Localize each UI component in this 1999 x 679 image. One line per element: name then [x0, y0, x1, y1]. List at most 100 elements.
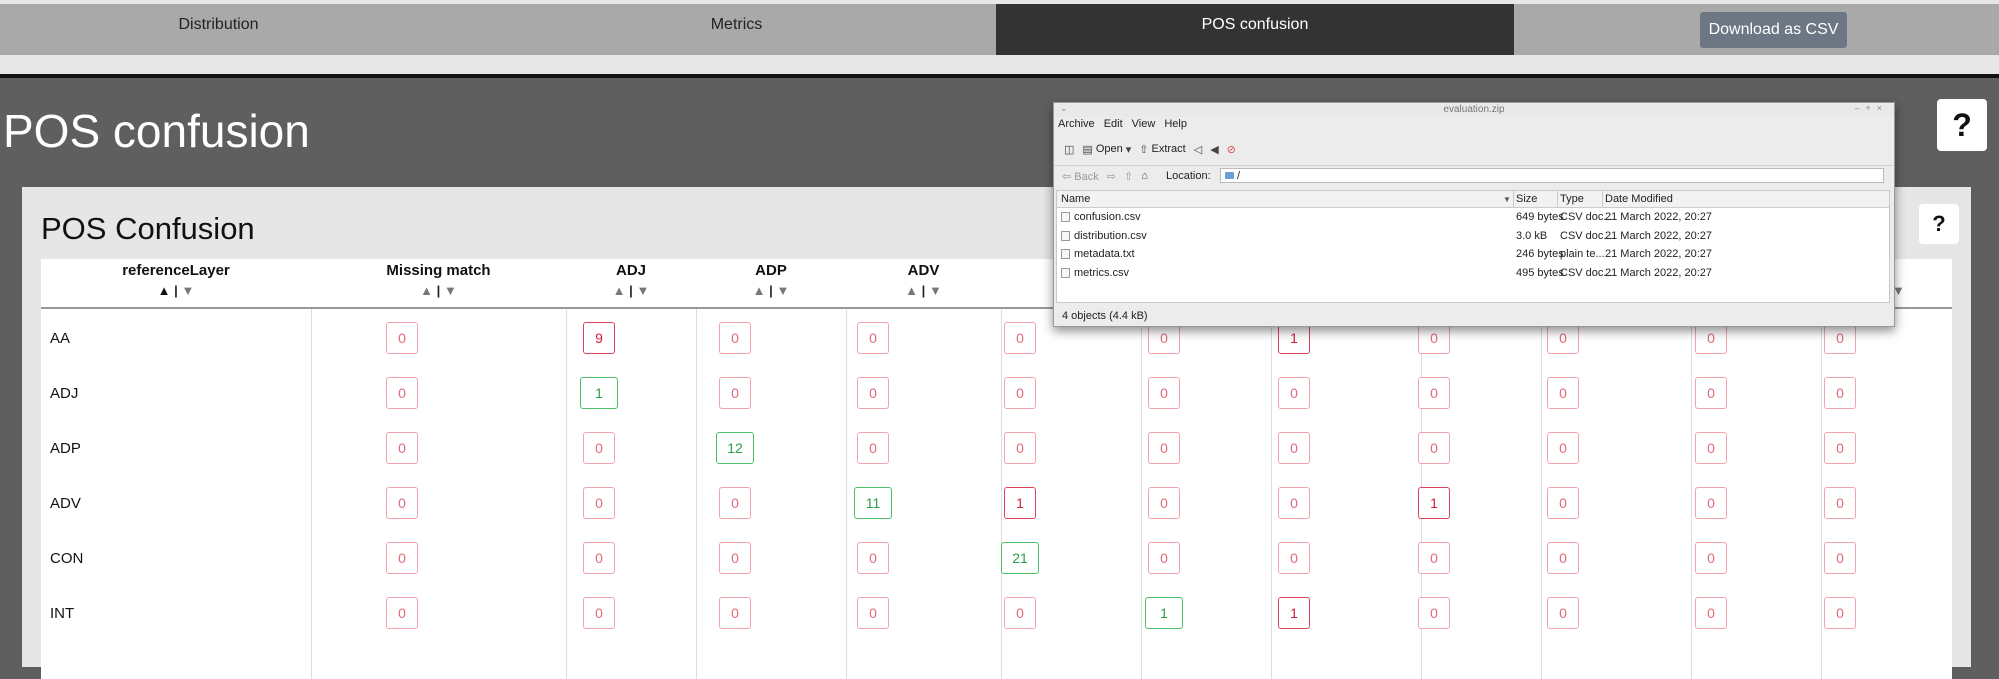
confusion-cell[interactable]: 0	[1004, 322, 1036, 354]
minimize-icon[interactable]: –	[1854, 103, 1865, 113]
confusion-cell[interactable]: 0	[857, 542, 889, 574]
chevron-down-icon[interactable]: ▾	[1126, 143, 1132, 156]
confusion-cell[interactable]: 0	[857, 432, 889, 464]
confusion-cell[interactable]: 1	[1418, 487, 1450, 519]
window-titlebar[interactable]: ⌄ evaluation.zip –+×	[1054, 103, 1894, 117]
download-csv-button[interactable]: Download as CSV	[1700, 12, 1847, 48]
confusion-cell[interactable]: 0	[1278, 377, 1310, 409]
confusion-cell[interactable]: 0	[1547, 432, 1579, 464]
tab-metrics[interactable]: Metrics	[516, 4, 957, 55]
confusion-cell[interactable]: 0	[1278, 432, 1310, 464]
confusion-cell[interactable]: 0	[583, 432, 615, 464]
confusion-cell[interactable]: 0	[1695, 542, 1727, 574]
menu-view[interactable]: View	[1132, 118, 1156, 134]
confusion-cell[interactable]: 0	[1418, 377, 1450, 409]
confusion-cell[interactable]: 0	[1547, 377, 1579, 409]
confusion-cell[interactable]: 0	[1418, 597, 1450, 629]
menu-archive[interactable]: Archive	[1058, 118, 1095, 134]
sort-ascending-icon[interactable]: ▲	[905, 283, 918, 298]
open-button[interactable]: ▤ Open ▾	[1082, 143, 1131, 156]
confusion-cell[interactable]: 0	[1547, 597, 1579, 629]
confusion-cell[interactable]: 0	[1148, 542, 1180, 574]
add-files-button[interactable]: ◁	[1194, 143, 1202, 156]
confusion-cell[interactable]: 0	[1547, 487, 1579, 519]
file-row[interactable]: confusion.csv 649 bytes CSV doc... 21 March…	[1057, 208, 1889, 226]
confusion-cell[interactable]: 0	[1824, 542, 1856, 574]
menu-help[interactable]: Help	[1164, 118, 1187, 134]
location-input[interactable]: /	[1220, 168, 1884, 183]
confusion-cell[interactable]: 0	[719, 377, 751, 409]
page-help-button[interactable]: ?	[1937, 99, 1987, 151]
confusion-cell[interactable]: 0	[1004, 377, 1036, 409]
confusion-cell[interactable]: 1	[1278, 597, 1310, 629]
stop-button[interactable]: ⊘	[1227, 143, 1236, 156]
up-icon[interactable]: ⇧	[1124, 170, 1133, 183]
confusion-cell[interactable]: 0	[1004, 432, 1036, 464]
confusion-cell[interactable]: 1	[1145, 597, 1183, 629]
confusion-cell[interactable]: 0	[583, 487, 615, 519]
confusion-cell[interactable]: 21	[1001, 542, 1039, 574]
confusion-cell[interactable]: 0	[1418, 542, 1450, 574]
confusion-cell[interactable]: 0	[386, 542, 418, 574]
confusion-cell[interactable]: 0	[1004, 597, 1036, 629]
confusion-cell[interactable]: 0	[386, 597, 418, 629]
confusion-cell[interactable]: 0	[1278, 487, 1310, 519]
extract-button[interactable]: ⇧ Extract	[1139, 143, 1185, 156]
confusion-cell[interactable]: 0	[1418, 432, 1450, 464]
column-date-header[interactable]: Date Modified	[1605, 193, 1673, 205]
confusion-cell[interactable]: 0	[719, 322, 751, 354]
sort-ascending-icon[interactable]: ▲	[613, 283, 626, 298]
confusion-cell[interactable]: 0	[583, 542, 615, 574]
confusion-cell[interactable]: 0	[719, 487, 751, 519]
column-name-header[interactable]: Name	[1061, 193, 1090, 205]
back-button[interactable]: ⇦ Back	[1062, 170, 1099, 183]
menu-edit[interactable]: Edit	[1104, 118, 1123, 134]
confusion-cell[interactable]: 0	[1148, 432, 1180, 464]
confusion-cell[interactable]: 0	[1148, 377, 1180, 409]
sort-descending-icon[interactable]: ▼	[636, 283, 649, 298]
sort-ascending-icon[interactable]: ▲	[753, 283, 766, 298]
panel-help-button[interactable]: ?	[1919, 204, 1959, 244]
confusion-cell[interactable]: 0	[719, 597, 751, 629]
confusion-cell[interactable]: 0	[386, 487, 418, 519]
confusion-cell[interactable]: 0	[386, 432, 418, 464]
confusion-cell[interactable]: 0	[1695, 377, 1727, 409]
sort-ascending-icon[interactable]: ▲	[158, 283, 171, 298]
confusion-cell[interactable]: 0	[386, 322, 418, 354]
confusion-cell[interactable]: 11	[854, 487, 892, 519]
confusion-cell[interactable]: 0	[857, 597, 889, 629]
confusion-cell[interactable]: 0	[1148, 487, 1180, 519]
file-row[interactable]: metrics.csv 495 bytes CSV doc... 21 March 2…	[1057, 264, 1889, 282]
column-size-header[interactable]: Size	[1516, 193, 1537, 205]
new-archive-button[interactable]: ◫	[1064, 143, 1074, 156]
sort-descending-icon[interactable]: ▼	[929, 283, 942, 298]
window-controls[interactable]: –+×	[1854, 103, 1888, 113]
confusion-cell[interactable]: 0	[857, 322, 889, 354]
home-icon[interactable]: ⌂	[1141, 170, 1148, 183]
file-row[interactable]: distribution.csv 3.0 kB CSV doc... 21 March…	[1057, 227, 1889, 245]
sort-descending-icon[interactable]: ▼	[776, 283, 789, 298]
confusion-cell[interactable]: 0	[719, 542, 751, 574]
close-icon[interactable]: ×	[1877, 103, 1888, 113]
tab-distribution[interactable]: Distribution	[0, 4, 437, 55]
confusion-cell[interactable]: 0	[1695, 597, 1727, 629]
forward-icon[interactable]: ⇨	[1107, 170, 1116, 183]
confusion-cell[interactable]: 0	[1824, 432, 1856, 464]
sort-descending-icon[interactable]: ▼	[444, 283, 457, 298]
sort-descending-icon[interactable]: ▼	[181, 283, 194, 298]
confusion-cell[interactable]: 0	[857, 377, 889, 409]
confusion-cell[interactable]: 1	[580, 377, 618, 409]
sort-ascending-icon[interactable]: ▲	[420, 283, 433, 298]
confusion-cell[interactable]: 1	[1004, 487, 1036, 519]
maximize-icon[interactable]: +	[1865, 103, 1876, 113]
confusion-cell[interactable]: 12	[716, 432, 754, 464]
column-type-header[interactable]: Type	[1560, 193, 1584, 205]
file-row[interactable]: metadata.txt 246 bytes plain te... 21 March…	[1057, 245, 1889, 263]
confusion-cell[interactable]: 0	[1547, 542, 1579, 574]
confusion-cell[interactable]: 0	[1695, 487, 1727, 519]
confusion-cell[interactable]: 0	[583, 597, 615, 629]
add-folder-button[interactable]: ◀	[1210, 143, 1218, 156]
confusion-cell[interactable]: 0	[1824, 597, 1856, 629]
confusion-cell[interactable]: 0	[1824, 377, 1856, 409]
sort-down-icon[interactable]: ▼	[1503, 195, 1511, 204]
